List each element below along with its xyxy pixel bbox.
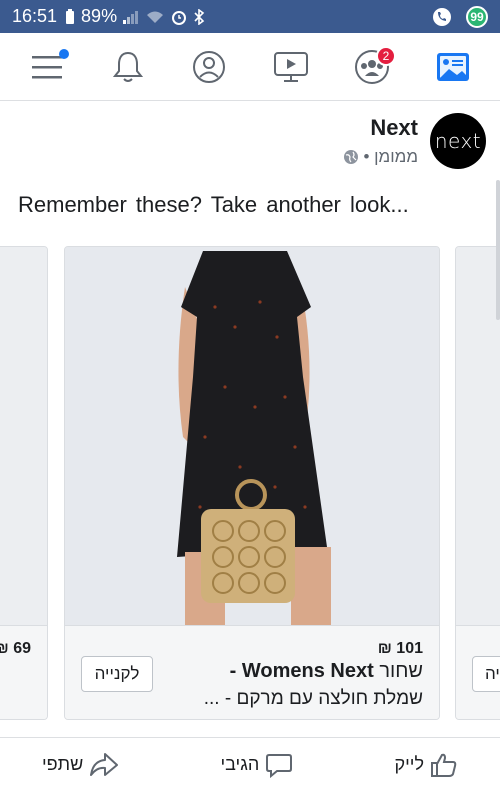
like-label: לייק	[394, 754, 424, 774]
shop-now-button[interactable]: לקנייה	[472, 656, 500, 692]
news-feed-icon	[437, 52, 470, 81]
groups-button[interactable]: 2	[342, 37, 402, 97]
product-price: ₪ 69	[0, 640, 31, 657]
video-icon	[273, 51, 308, 82]
phone-call-icon	[432, 7, 452, 27]
post-header: next Next ממומן •	[0, 101, 500, 181]
product-title-brand: Womens Next -	[229, 660, 374, 682]
notifications-button[interactable]	[98, 37, 158, 97]
battery-icon	[65, 8, 75, 25]
product-title-rest: שחור	[379, 660, 423, 682]
bell-icon	[112, 51, 144, 82]
product-title: שחור Womens Next -	[230, 660, 423, 683]
product-image[interactable]	[0, 247, 47, 625]
post-caption: Remember these? Take another look...	[18, 192, 409, 217]
product-image[interactable]	[65, 247, 439, 625]
product-subtitle: שמלת חולצה עם מרקם - ...	[203, 688, 423, 709]
shop-now-button[interactable]: לקנייה	[81, 656, 153, 692]
page-name[interactable]: Next	[370, 115, 418, 141]
carousel-card-next[interactable]: לקנייה	[455, 246, 500, 720]
status-time: 16:51	[12, 6, 58, 26]
top-nav: 2	[0, 33, 500, 101]
profile-button[interactable]	[179, 37, 239, 97]
status-bar: 16:51 89% 99	[0, 0, 500, 33]
sponsored-label: ממומן •	[343, 147, 418, 167]
page-avatar[interactable]: next	[430, 113, 486, 169]
bluetooth-icon	[193, 8, 205, 25]
comment-button[interactable]: הגיבי	[220, 752, 293, 778]
scrollbar[interactable]	[496, 180, 500, 320]
thumbs-up-icon	[431, 753, 457, 777]
battery-percent: 89%	[81, 6, 118, 26]
menu-notification-dot	[58, 48, 69, 59]
globe-icon	[344, 150, 359, 164]
product-carousel[interactable]: ₪ 69	[0, 246, 500, 722]
alarm-icon	[171, 9, 187, 25]
messenger-badge: 99	[466, 5, 488, 28]
comment-label: הגיבי	[220, 754, 260, 774]
carousel-card-main[interactable]: ₪ 101 שחור Womens Next - שמלת חולצה עם מ…	[64, 246, 440, 720]
share-button[interactable]: שתפי	[42, 752, 119, 778]
post-action-bar: לייק הגיבי שתפי	[0, 737, 500, 791]
product-image[interactable]	[456, 247, 500, 625]
product-price: ₪ 101	[377, 640, 423, 657]
wifi-icon	[145, 10, 165, 24]
news-feed-button[interactable]	[423, 37, 483, 97]
share-icon	[90, 752, 119, 776]
profile-icon	[193, 50, 226, 83]
watch-button[interactable]	[261, 37, 321, 97]
card-footer: לקנייה	[456, 625, 500, 719]
like-button[interactable]: לייק	[394, 752, 458, 778]
groups-count-badge: 2	[375, 45, 396, 66]
card-footer: ₪ 69	[0, 625, 47, 719]
share-label: שתפי	[42, 754, 84, 774]
carousel-card-previous[interactable]: ₪ 69	[0, 246, 48, 720]
dress-photo	[65, 247, 439, 625]
comment-icon	[266, 753, 293, 778]
sponsored-text: ממומן •	[363, 147, 418, 166]
signal-icon	[123, 10, 139, 24]
hamburger-menu-icon	[31, 55, 62, 78]
card-footer: ₪ 101 שחור Womens Next - שמלת חולצה עם מ…	[65, 625, 439, 719]
avatar-logo-text: next	[434, 129, 482, 153]
menu-button[interactable]	[17, 37, 77, 97]
